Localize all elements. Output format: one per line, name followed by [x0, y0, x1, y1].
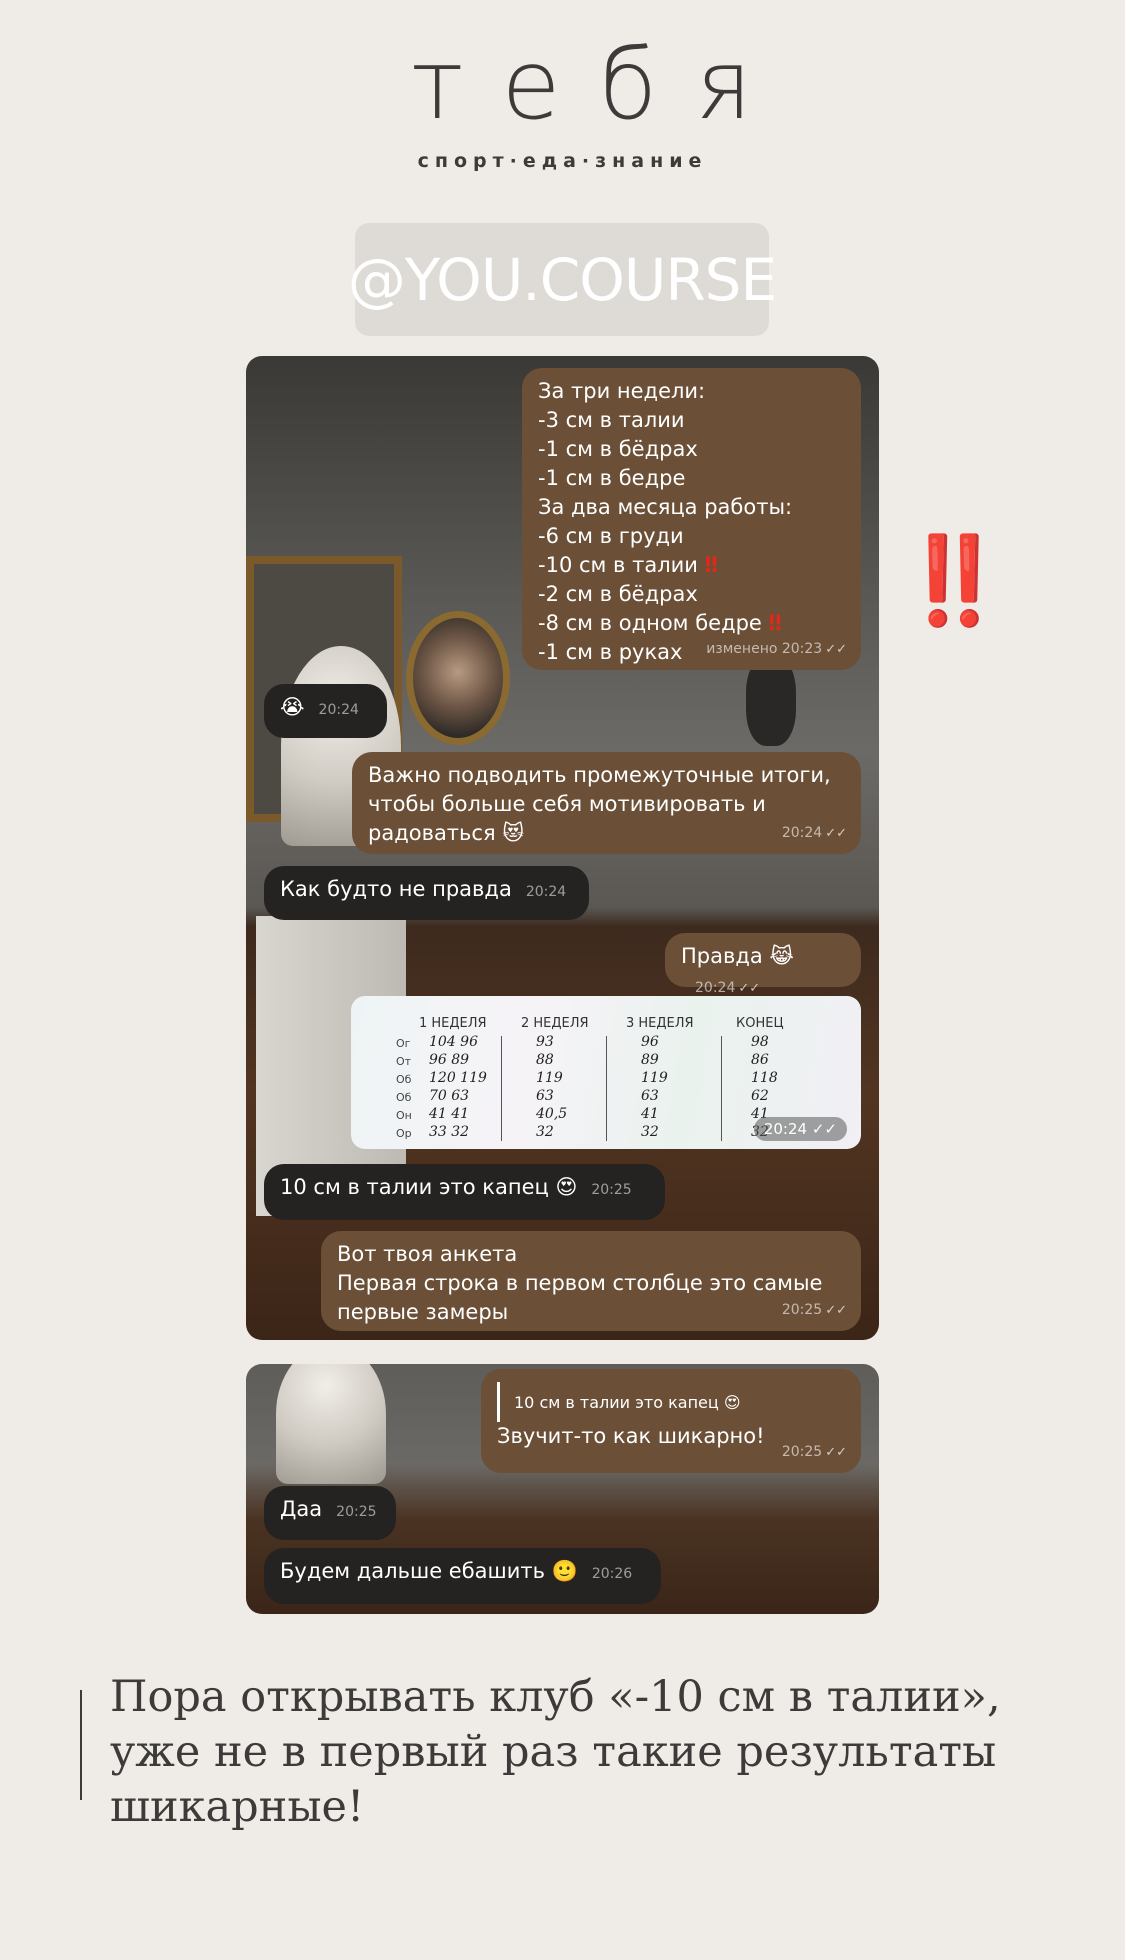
sheet-value: 63	[536, 1088, 554, 1104]
sheet-divider	[606, 1036, 607, 1141]
message-reply[interactable]: 10 см в талии это капец 😍 Звучит-то как …	[481, 1369, 861, 1473]
sheet-value: 88	[536, 1052, 554, 1068]
sheet-header: 2 НЕДЕЛЯ	[521, 1016, 589, 1031]
sheet-header: 1 НЕДЕЛЯ	[419, 1016, 487, 1031]
message-line: -3 см в талии	[538, 408, 685, 432]
sheet-row-label: От	[396, 1055, 412, 1068]
read-checkmark-icon: ✓✓	[738, 981, 761, 996]
chat-screenshot-2: 10 см в талии это капец 😍 Звучит-то как …	[246, 1364, 879, 1614]
sheet-value: 40,5	[536, 1106, 568, 1122]
sheet-value: 98	[751, 1034, 769, 1050]
sheet-value: 32	[641, 1124, 659, 1140]
message-time: 20:26	[591, 1566, 633, 1582]
sheet-value: 120 119	[429, 1070, 487, 1086]
message-line: первые замеры	[337, 1300, 509, 1324]
message-time: 20:24	[763, 1120, 808, 1138]
sheet-value: 70 63	[429, 1088, 470, 1104]
brand-tagline: спорт·еда·знание	[417, 150, 708, 172]
sheet-row-label: Об	[396, 1091, 412, 1104]
message-time: 20:25	[781, 1302, 823, 1318]
message-truth[interactable]: Правда 😹 20:24 ✓✓	[665, 933, 861, 996]
sheet-value: 93	[536, 1034, 554, 1050]
message-time: 20:24	[781, 825, 823, 841]
read-checkmark-icon: ✓✓	[825, 642, 847, 657]
sheet-divider	[501, 1036, 502, 1141]
sheet-divider	[721, 1036, 722, 1141]
message-photo-measurements[interactable]: 1 НЕДЕЛЯ 2 НЕДЕЛЯ 3 НЕДЕЛЯ КОНЕЦ Ог От О…	[351, 996, 861, 1149]
sheet-value: 104 96	[429, 1034, 478, 1050]
caption-divider	[80, 1690, 82, 1800]
message-time: 20:25	[781, 1444, 823, 1460]
message-line: Вот твоя анкета	[337, 1242, 518, 1266]
message-wow[interactable]: 10 см в талии это капец 😍 20:25	[264, 1164, 665, 1220]
message-text: Будем дальше ебашить 🙂	[280, 1559, 578, 1583]
brand-logo: тебя	[410, 29, 791, 141]
read-checkmark-icon: ✓✓	[825, 1445, 847, 1460]
sheet-row-label: Ор	[396, 1127, 412, 1140]
chat-screenshot-1: За три недели: -3 см в талии -1 см в бёд…	[246, 356, 879, 1340]
bust-decoration	[276, 1364, 386, 1484]
photo-time-badge: 20:24 ✓✓	[753, 1117, 847, 1141]
sheet-header: 3 НЕДЕЛЯ	[626, 1016, 694, 1031]
account-handle[interactable]: @YOU.COURSE	[348, 223, 777, 336]
sheet-value: 96 89	[429, 1052, 470, 1068]
message-line: Важно подводить промежуточные итоги,	[368, 763, 831, 787]
double-exclamation-icon: ‼️	[900, 531, 1007, 631]
sheet-value: 119	[536, 1070, 563, 1086]
message-time: 20:24	[318, 702, 359, 718]
sheet-row-label: Он	[396, 1109, 412, 1122]
message-results[interactable]: За три недели: -3 см в талии -1 см в бёд…	[522, 368, 861, 670]
portrait-decoration	[406, 611, 510, 745]
message-time: 20:24	[525, 884, 567, 900]
message-line: -6 см в груди	[538, 524, 684, 548]
message-continue[interactable]: Будем дальше ебашить 🙂 20:26	[264, 1548, 661, 1604]
reply-quote-bar	[497, 1382, 500, 1422]
sheet-row-label: Об	[396, 1073, 412, 1086]
sheet-value: 41	[641, 1106, 659, 1122]
message-disbelief[interactable]: Как будто не правда 20:24	[264, 866, 589, 920]
read-checkmark-icon: ✓✓	[825, 826, 847, 841]
sheet-value: 33 32	[429, 1124, 470, 1140]
sheet-value: 32	[536, 1124, 554, 1140]
message-line: За три недели:	[538, 379, 706, 403]
message-line: -1 см в бёдрах	[538, 437, 698, 461]
read-checkmark-icon: ✓✓	[825, 1303, 847, 1318]
message-time: 20:25	[336, 1504, 377, 1520]
message-line: -2 см в бёдрах	[538, 582, 698, 606]
message-emoji[interactable]: 😭 20:24	[264, 684, 387, 738]
message-line: радоваться 😻	[368, 821, 525, 845]
message-line: Первая строка в первом столбце это самые	[337, 1271, 823, 1295]
message-time: изменено 20:23	[706, 641, 823, 657]
message-text: Даа	[280, 1497, 323, 1521]
quoted-text: 10 см в талии это капец 😍	[514, 1393, 741, 1412]
sheet-value: 62	[751, 1088, 769, 1104]
sheet-value: 96	[641, 1034, 659, 1050]
message-text: Правда 😹	[681, 944, 794, 968]
message-line: чтобы больше себя мотивировать и	[368, 792, 766, 816]
caption-text: Пора открывать клуб «-10 см в талии», уж…	[110, 1672, 1001, 1832]
message-yes[interactable]: Даа 20:25	[264, 1486, 396, 1540]
sheet-value: 41 41	[429, 1106, 470, 1122]
sheet-row-label: Ог	[396, 1037, 411, 1050]
message-time: 20:24	[695, 980, 736, 996]
message-line: -1 см в бедре	[538, 466, 686, 490]
message-line: За два месяца работы:	[538, 495, 793, 519]
message-form[interactable]: Вот твоя анкета Первая строка в первом с…	[321, 1231, 861, 1331]
sheet-value: 118	[751, 1070, 778, 1086]
message-text: 10 см в талии это капец 😍	[280, 1175, 578, 1199]
sheet-value: 63	[641, 1088, 659, 1104]
message-line: -10 см в талии ‼	[538, 553, 718, 577]
message-time: 20:25	[591, 1182, 632, 1198]
read-checkmark-icon: ✓✓	[811, 1120, 837, 1138]
message-motivation[interactable]: Важно подводить промежуточные итоги, что…	[352, 752, 861, 854]
message-text: Как будто не правда	[280, 877, 512, 901]
message-text: 😭	[280, 695, 305, 719]
sheet-value: 86	[751, 1052, 769, 1068]
sheet-value: 119	[641, 1070, 668, 1086]
sheet-value: 89	[641, 1052, 659, 1068]
sheet-header: КОНЕЦ	[736, 1016, 784, 1031]
double-exclamation-icon: ‼	[704, 553, 718, 577]
